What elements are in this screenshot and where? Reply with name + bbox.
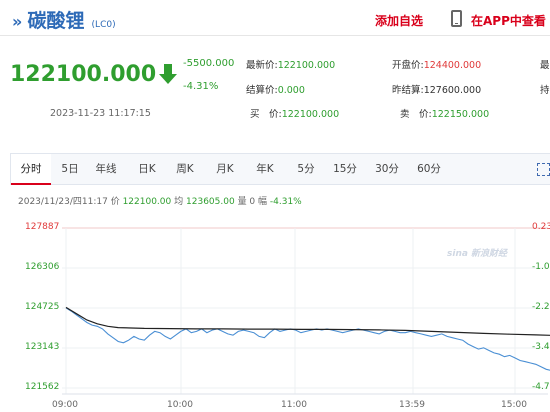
y-tick-label-right: -4.7 bbox=[532, 382, 550, 392]
chart-period-tabs: 分时 5日 年线 日K 周K 月K 年K 5分 15分 30分 60分 bbox=[10, 153, 550, 185]
info-avg: 123605.00 bbox=[186, 197, 235, 207]
tab-15min[interactable]: 15分 bbox=[327, 154, 363, 185]
field-value: 124400.000 bbox=[423, 60, 482, 71]
tab-monthk[interactable]: 月K bbox=[209, 154, 241, 185]
average-line bbox=[65, 306, 550, 336]
view-in-app-link[interactable]: 在APP中查看 bbox=[471, 12, 546, 29]
y-tick-label: 127887 bbox=[25, 222, 60, 232]
field-value: 0.000 bbox=[277, 85, 305, 96]
ask-price-field: 卖 价:122150.000 bbox=[400, 106, 489, 120]
field-value: 122100.000 bbox=[277, 60, 336, 71]
field-label: 最 bbox=[540, 60, 550, 71]
high-price-field: 最 bbox=[540, 57, 550, 71]
field-label: 开盘价: bbox=[392, 60, 424, 71]
y-tick-label-right: -3.4 bbox=[532, 342, 550, 352]
y-tick-label: 124725 bbox=[25, 302, 60, 312]
down-arrow-icon bbox=[159, 64, 177, 84]
quote-datetime: 2023-11-23 11:17:15 bbox=[50, 108, 151, 119]
y-tick-label-right: -2.2 bbox=[532, 302, 550, 312]
latest-price-field: 最新价:122100.000 bbox=[246, 57, 335, 71]
y-tick-label: 123143 bbox=[25, 342, 60, 352]
price-change-percent: -4.31% bbox=[183, 81, 219, 92]
prev-settlement-field: 昨结算:127600.000 bbox=[392, 82, 481, 96]
y-tick-label-right: -1.0 bbox=[532, 262, 550, 272]
field-label: 持 bbox=[540, 85, 550, 96]
tab-5min[interactable]: 5分 bbox=[290, 154, 322, 185]
info-vol-label: 量 0 幅 bbox=[237, 197, 268, 207]
tab-dayk[interactable]: 日K bbox=[131, 154, 163, 185]
x-tick-label: 09:00 bbox=[52, 400, 78, 410]
x-tick-label: 11:00 bbox=[281, 400, 307, 410]
info-label: 2023/11/23/四11:17 价 bbox=[18, 197, 120, 207]
field-label: 昨结算: bbox=[392, 85, 424, 96]
price-change: -5500.000 bbox=[183, 58, 235, 69]
field-label: 卖 价: bbox=[400, 109, 432, 120]
price-line bbox=[65, 307, 550, 371]
title-wrap: » 碳酸锂 (LC0) bbox=[12, 6, 116, 33]
open-price-field: 开盘价:124400.000 bbox=[392, 57, 481, 71]
instrument-title: 碳酸锂 bbox=[27, 10, 85, 32]
x-tick-label: 15:00 bbox=[501, 400, 527, 410]
tab-60min[interactable]: 60分 bbox=[411, 154, 447, 185]
info-avg-label: 均 bbox=[174, 197, 184, 207]
open-interest-field: 持 bbox=[540, 82, 550, 96]
title-arrow-icon[interactable]: » bbox=[12, 12, 22, 31]
field-label: 最新价: bbox=[246, 60, 278, 71]
fullscreen-icon[interactable] bbox=[537, 163, 550, 176]
field-value: 127600.000 bbox=[423, 85, 482, 96]
info-pct: -4.31% bbox=[269, 197, 302, 207]
chart-crosshair-info: 2023/11/23/四11:17 价 122100.00 均 123605.0… bbox=[18, 194, 302, 207]
y-tick-label: 126306 bbox=[25, 262, 60, 272]
field-label: 买 价: bbox=[250, 109, 282, 120]
tab-30min[interactable]: 30分 bbox=[369, 154, 405, 185]
info-price: 122100.00 bbox=[122, 197, 172, 207]
instrument-code: (LC0) bbox=[91, 20, 116, 30]
sina-watermark-logo: sina 新浪财经 bbox=[447, 249, 508, 259]
y-tick-label-right: 0.23% bbox=[532, 222, 550, 232]
tab-5day[interactable]: 5日 bbox=[54, 154, 86, 185]
field-value: 122100.000 bbox=[281, 109, 340, 120]
x-tick-label: 13:59 bbox=[399, 400, 425, 410]
settlement-price-field: 结算价:0.000 bbox=[246, 82, 305, 96]
field-value: 122150.000 bbox=[431, 109, 490, 120]
field-label: 结算价: bbox=[246, 85, 278, 96]
page-header: » 碳酸锂 (LC0) 添加自选 在APP中查看 bbox=[0, 0, 550, 36]
tab-weekk[interactable]: 周K bbox=[169, 154, 201, 185]
add-to-watchlist-button[interactable]: 添加自选 bbox=[375, 12, 423, 29]
phone-icon[interactable] bbox=[451, 10, 462, 27]
current-price: 122100.000 bbox=[10, 62, 157, 87]
tab-daily[interactable]: 年线 bbox=[90, 154, 122, 185]
tab-intraday[interactable]: 分时 bbox=[11, 153, 51, 185]
y-tick-label: 121562 bbox=[25, 382, 60, 392]
tab-yeark[interactable]: 年K bbox=[249, 154, 281, 185]
bid-price-field: 买 价:122100.000 bbox=[250, 106, 339, 120]
x-tick-label: 10:00 bbox=[167, 400, 193, 410]
